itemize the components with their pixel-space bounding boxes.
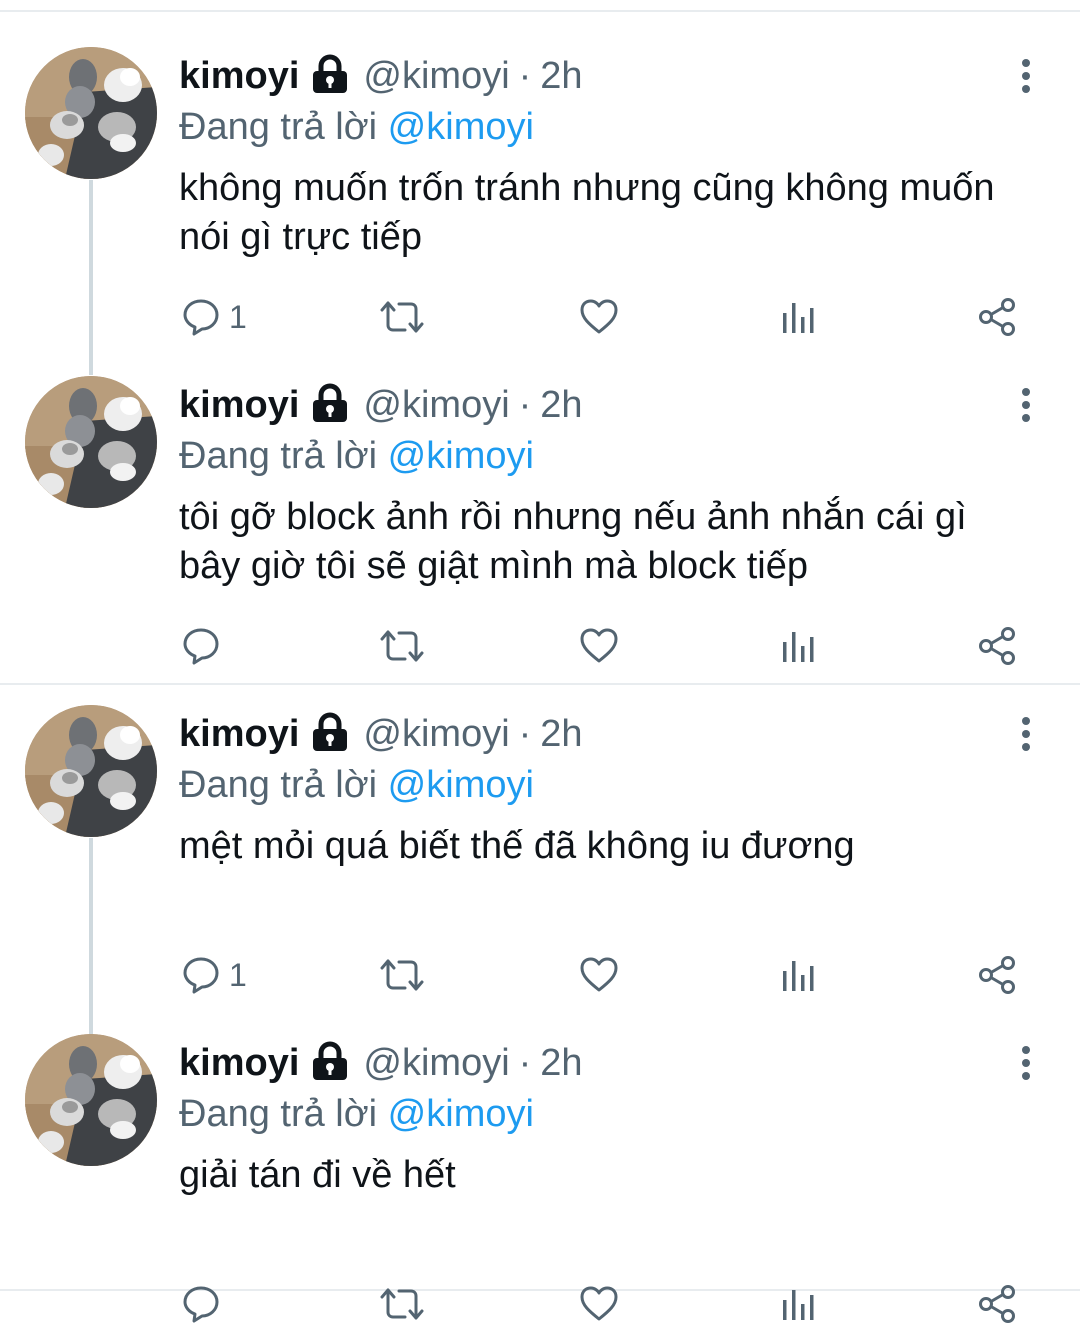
avatar[interactable] [25, 376, 157, 508]
lock-icon [311, 54, 349, 94]
separator-dot: · [518, 384, 532, 426]
avatar-image [25, 376, 157, 508]
tweet-header: kimoyi @kimoyi · 2h [179, 379, 583, 431]
user-handle[interactable]: @kimoyi [363, 1037, 509, 1089]
like-icon [580, 1286, 618, 1321]
analytics-button[interactable] [780, 1282, 816, 1326]
separator-dot: · [518, 55, 532, 97]
avatar[interactable] [25, 47, 157, 179]
tweet-actions [0, 1282, 1080, 1326]
tweet-text: không muốn trốn tránh nhưng cũng không m… [179, 167, 995, 258]
replying-to-label: Đang trả lời [179, 1093, 378, 1135]
more-options-icon[interactable] [1012, 58, 1040, 94]
display-name[interactable]: kimoyi [179, 1037, 299, 1089]
lock-icon [311, 1041, 349, 1081]
reply-icon [183, 1286, 219, 1323]
tweet[interactable]: kimoyi @kimoyi · 2h Đang trả lời @kimoyi… [0, 0, 1080, 336]
display-name[interactable]: kimoyi [179, 708, 299, 760]
tweet-header: kimoyi @kimoyi · 2h [179, 708, 583, 760]
user-handle[interactable]: @kimoyi [363, 708, 509, 760]
avatar[interactable] [25, 705, 157, 837]
avatar-image [25, 47, 157, 179]
display-name[interactable]: kimoyi [179, 50, 299, 102]
replying-to-label: Đang trả lời [179, 764, 378, 806]
replying-to: Đang trả lời @kimoyi [179, 1089, 534, 1139]
timestamp[interactable]: 2h [540, 50, 582, 102]
tweet-header: kimoyi @kimoyi · 2h [179, 1037, 583, 1089]
share-button[interactable] [977, 1282, 1017, 1326]
replying-to-mention[interactable]: @kimoyi [388, 435, 534, 477]
replying-to-mention[interactable]: @kimoyi [388, 1093, 534, 1135]
avatar-image [25, 1034, 157, 1166]
replying-to-mention[interactable]: @kimoyi [388, 106, 534, 148]
lock-icon [311, 383, 349, 423]
separator-dot: · [518, 1042, 532, 1084]
avatar[interactable] [25, 1034, 157, 1166]
timestamp[interactable]: 2h [540, 379, 582, 431]
avatar-image [25, 705, 157, 837]
more-options-icon[interactable] [1012, 1045, 1040, 1081]
lock-icon [311, 712, 349, 752]
tweet[interactable]: kimoyi @kimoyi · 2h Đang trả lời @kimoyi… [0, 329, 1080, 665]
user-handle[interactable]: @kimoyi [363, 50, 509, 102]
share-icon [979, 1285, 1015, 1323]
user-handle[interactable]: @kimoyi [363, 379, 509, 431]
retweet-icon [380, 1288, 424, 1320]
replying-to-label: Đang trả lời [179, 435, 378, 477]
tweet-text: tôi gỡ block ảnh rồi nhưng nếu ảnh nhắn … [179, 496, 967, 587]
tweet-header: kimoyi @kimoyi · 2h [179, 50, 583, 102]
replying-to: Đang trả lời @kimoyi [179, 760, 534, 810]
retweet-button[interactable] [380, 1282, 424, 1326]
replying-to-mention[interactable]: @kimoyi [388, 764, 534, 806]
analytics-icon [783, 1290, 814, 1320]
separator-dot: · [518, 713, 532, 755]
replying-to: Đang trả lời @kimoyi [179, 431, 534, 481]
tweet-text: giải tán đi về hết [179, 1154, 456, 1196]
timestamp[interactable]: 2h [540, 708, 582, 760]
more-options-icon[interactable] [1012, 387, 1040, 423]
replying-to-label: Đang trả lời [179, 106, 378, 148]
like-button[interactable] [579, 1282, 619, 1326]
display-name[interactable]: kimoyi [179, 379, 299, 431]
timestamp[interactable]: 2h [540, 1037, 582, 1089]
tweet-text: mệt mỏi quá biết thế đã không iu đương [179, 825, 855, 867]
replying-to: Đang trả lời @kimoyi [179, 102, 534, 152]
reply-button[interactable] [181, 1282, 229, 1326]
tweet[interactable]: kimoyi @kimoyi · 2h Đang trả lời @kimoyi… [0, 987, 1080, 1323]
tweet[interactable]: kimoyi @kimoyi · 2h Đang trả lời @kimoyi… [0, 658, 1080, 994]
more-options-icon[interactable] [1012, 716, 1040, 752]
